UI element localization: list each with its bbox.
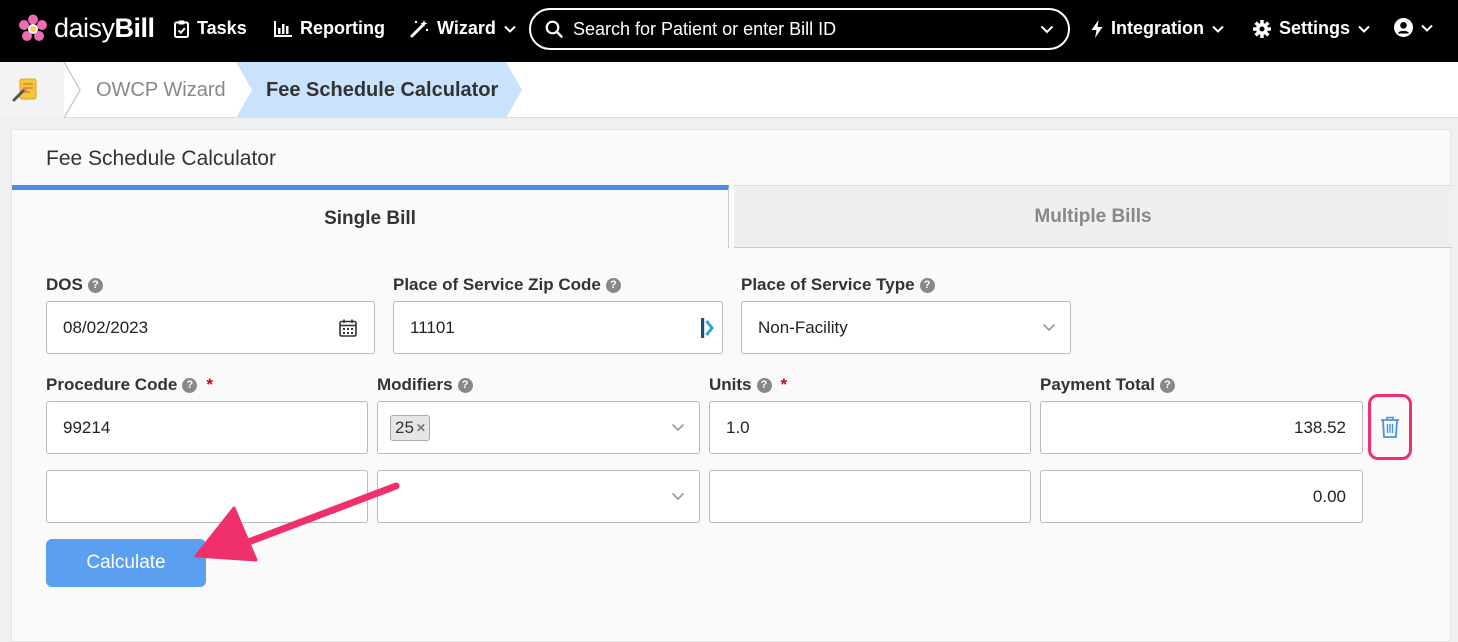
help-icon[interactable]: ?: [457, 377, 473, 393]
payment-total-label: Payment Total ?: [1040, 375, 1175, 395]
annotation-arrow: [194, 482, 400, 562]
breadcrumb-item-fee-schedule-calculator: Fee Schedule Calculator: [266, 79, 499, 101]
chevron-down-icon: [1421, 24, 1433, 32]
modifiers-select[interactable]: 25 ✕: [377, 401, 700, 454]
nav-settings-label: Settings: [1279, 18, 1351, 38]
nav-reporting-label: Reporting: [300, 18, 385, 38]
nav-wizard[interactable]: Wizard: [410, 18, 516, 39]
chevron-down-icon: [671, 492, 685, 500]
help-icon[interactable]: ?: [605, 277, 621, 293]
wizard-notepad-icon: [12, 78, 37, 102]
search-placeholder: Search for Patient or enter Bill ID: [573, 18, 837, 39]
zip-value: 11101: [410, 317, 455, 337]
nav-integration-label: Integration: [1111, 18, 1204, 38]
calculate-button[interactable]: Calculate: [46, 539, 206, 587]
modifier-chip-label: 25: [395, 417, 414, 437]
nav-wizard-label: Wizard: [437, 18, 496, 38]
payment-label-text: Payment Total: [1040, 375, 1155, 394]
chevron-down-icon: [1040, 25, 1054, 33]
top-nav: daisyBill Tasks Reporting Wizard Search …: [0, 0, 1458, 62]
lightning-bolt-icon: [1091, 19, 1103, 38]
search-icon: [545, 20, 563, 38]
procedure-label-text: Procedure Code: [46, 375, 178, 394]
modifiers-label-text: Modifiers: [377, 375, 453, 394]
zip-label-text: Place of Service Zip Code: [393, 275, 601, 294]
payment-value: 0.00: [1312, 486, 1346, 506]
trash-icon[interactable]: [1380, 416, 1400, 438]
modifier-chip: 25 ✕: [390, 414, 430, 441]
pos-type-select[interactable]: Non-Facility: [741, 301, 1071, 354]
dos-label: DOS ?: [46, 275, 103, 295]
chevron-down-icon: [1358, 25, 1370, 33]
user-avatar-icon: [1394, 18, 1413, 37]
units-label: Units ? *: [709, 375, 787, 395]
nav-user-menu[interactable]: [1394, 18, 1433, 37]
dos-label-text: DOS: [46, 275, 83, 294]
chevron-down-icon: [1212, 25, 1224, 33]
logo-text: daisyBill: [54, 13, 155, 43]
dos-value: 08/02/2023: [63, 317, 149, 337]
dos-field[interactable]: 08/02/2023: [46, 301, 375, 354]
required-marker: *: [780, 375, 788, 394]
chevron-down-icon: [504, 25, 516, 33]
procedure-code-input[interactable]: 99214: [46, 401, 368, 454]
breadcrumb-separator: [63, 62, 81, 118]
breadcrumb-home[interactable]: [0, 62, 64, 118]
nav-settings[interactable]: Settings: [1253, 18, 1370, 39]
chevron-down-icon: [1042, 323, 1056, 331]
breadcrumb: OWCP Wizard Fee Schedule Calculator: [0, 62, 1458, 118]
magic-wand-icon: [410, 20, 429, 38]
tab-multiple-bills[interactable]: Multiple Bills: [734, 185, 1452, 248]
nav-integration[interactable]: Integration: [1091, 18, 1224, 39]
daisybill-logo[interactable]: daisyBill: [18, 13, 155, 44]
chevron-down-icon: [671, 423, 685, 431]
patient-search-input[interactable]: Search for Patient or enter Bill ID: [529, 8, 1070, 50]
help-icon[interactable]: ?: [919, 277, 935, 293]
units-input[interactable]: [709, 470, 1031, 523]
help-icon[interactable]: ?: [87, 277, 103, 293]
units-label-text: Units: [709, 375, 752, 394]
payment-total-field: 0.00: [1040, 470, 1363, 523]
pos-type-label-text: Place of Service Type: [741, 275, 915, 294]
delete-row-highlight: [1368, 394, 1412, 460]
page-title: Fee Schedule Calculator: [46, 147, 276, 170]
payment-value: 138.52: [1294, 417, 1346, 437]
units-input[interactable]: 1.0: [709, 401, 1031, 454]
help-icon[interactable]: ?: [182, 377, 198, 393]
zip-label: Place of Service Zip Code ?: [393, 275, 621, 295]
modifiers-label: Modifiers ?: [377, 375, 473, 395]
help-icon[interactable]: ?: [756, 377, 772, 393]
daisy-flower-icon: [19, 14, 47, 41]
breadcrumb-item-owcp-wizard[interactable]: OWCP Wizard: [96, 79, 226, 102]
help-icon[interactable]: ?: [1159, 377, 1175, 393]
required-marker: *: [206, 375, 213, 394]
tab-single-bill[interactable]: Single Bill: [12, 185, 729, 248]
autofill-icon: [701, 318, 714, 338]
pos-type-label: Place of Service Type ?: [741, 275, 935, 295]
payment-total-field: 138.52: [1040, 401, 1363, 454]
clipboard-check-icon: [174, 20, 189, 38]
nav-tasks-label: Tasks: [197, 18, 247, 38]
procedure-code-label: Procedure Code ? *: [46, 375, 213, 395]
pos-type-value: Non-Facility: [758, 317, 848, 337]
modifiers-select[interactable]: [377, 470, 700, 523]
gear-icon: [1253, 19, 1271, 38]
zip-code-field[interactable]: 11101: [393, 301, 723, 354]
procedure-value: 99214: [63, 417, 111, 437]
bar-chart-icon: [274, 20, 292, 37]
calendar-icon[interactable]: [339, 319, 357, 337]
nav-tasks[interactable]: Tasks: [174, 18, 247, 39]
remove-modifier-icon[interactable]: ✕: [416, 421, 426, 435]
units-value: 1.0: [726, 417, 750, 437]
nav-reporting[interactable]: Reporting: [274, 18, 385, 39]
